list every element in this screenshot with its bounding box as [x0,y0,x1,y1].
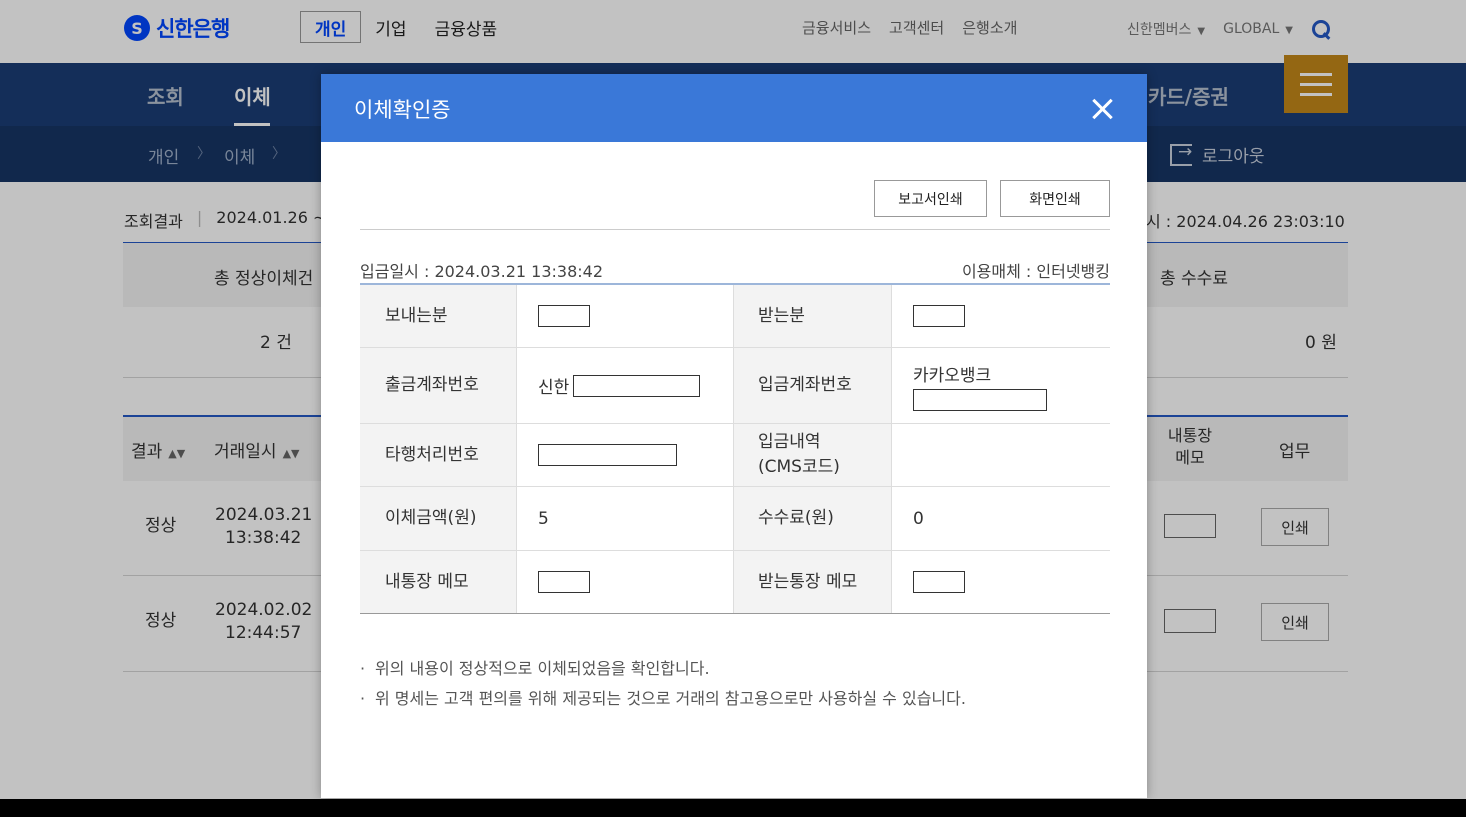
masked-field [913,571,965,593]
screen-print-button[interactable]: 화면인쇄 [1000,180,1110,217]
deposit-bank: 카카오뱅크 [913,365,992,386]
detail-row: 내통장 메모 받는통장 메모 [360,551,1110,613]
withdraw-account-value: 신한 [517,348,734,423]
my-memo-value [517,551,734,613]
close-icon[interactable] [1091,97,1115,121]
other-bank-no-value [517,424,734,486]
masked-field [538,305,590,327]
masked-field [913,305,965,327]
deposit-datetime: 입금일시 : 2024.03.21 13:38:42 [360,262,603,281]
detail-row: 보내는분 받는분 [360,285,1110,348]
amount-value: 5 [517,487,734,550]
deposit-detail-line2: (CMS코드) [758,457,840,477]
recv-memo-value [892,551,1110,613]
amount-label: 이체금액(원) [360,487,517,550]
masked-field [538,571,590,593]
masked-field [538,444,677,466]
sender-label: 보내는분 [360,285,517,347]
detail-row: 타행처리번호 입금내역 (CMS코드) [360,424,1110,487]
withdraw-bank: 신한 [538,378,570,398]
masked-field [573,374,701,397]
transfer-detail-table: 보내는분 받는분 출금계좌번호 신한 입금계좌번호 카카오뱅크 타행처리번호 입… [360,283,1110,614]
fee-label: 수수료(원) [734,487,892,550]
masked-field [913,388,1047,411]
fee-value: 0 [892,487,1110,550]
recv-memo-label: 받는통장 메모 [734,551,892,613]
receiver-value [892,285,1110,347]
detail-row: 출금계좌번호 신한 입금계좌번호 카카오뱅크 [360,348,1110,424]
notice-item: 위 명세는 고객 편의를 위해 제공되는 것으로 거래의 참고용으로만 사용하실… [360,688,966,718]
modal-header: 이체확인증 [321,74,1147,142]
report-print-button[interactable]: 보고서인쇄 [874,180,987,217]
deposit-account-value: 카카오뱅크 [892,348,1110,423]
deposit-account-label: 입금계좌번호 [734,348,892,423]
other-bank-no-label: 타행처리번호 [360,424,517,486]
detail-row: 이체금액(원) 5 수수료(원) 0 [360,487,1110,551]
modal-title: 이체확인증 [354,98,451,122]
sender-value [517,285,734,347]
deposit-detail-label: 입금내역 (CMS코드) [734,424,892,486]
deposit-detail-value [892,424,1110,486]
deposit-detail-line1: 입금내역 [758,432,821,452]
notice-item: 위의 내용이 정상적으로 이체되었음을 확인합니다. [360,658,966,688]
divider [360,229,1110,230]
my-memo-label: 내통장 메모 [360,551,517,613]
receiver-label: 받는분 [734,285,892,347]
withdraw-account-label: 출금계좌번호 [360,348,517,423]
transfer-confirmation-modal: 이체확인증 보고서인쇄 화면인쇄 입금일시 : 2024.03.21 13:38… [321,74,1147,798]
notice-list: 위의 내용이 정상적으로 이체되었음을 확인합니다. 위 명세는 고객 편의를 … [360,658,966,718]
usage-channel: 이용매체 : 인터넷뱅킹 [961,262,1110,281]
